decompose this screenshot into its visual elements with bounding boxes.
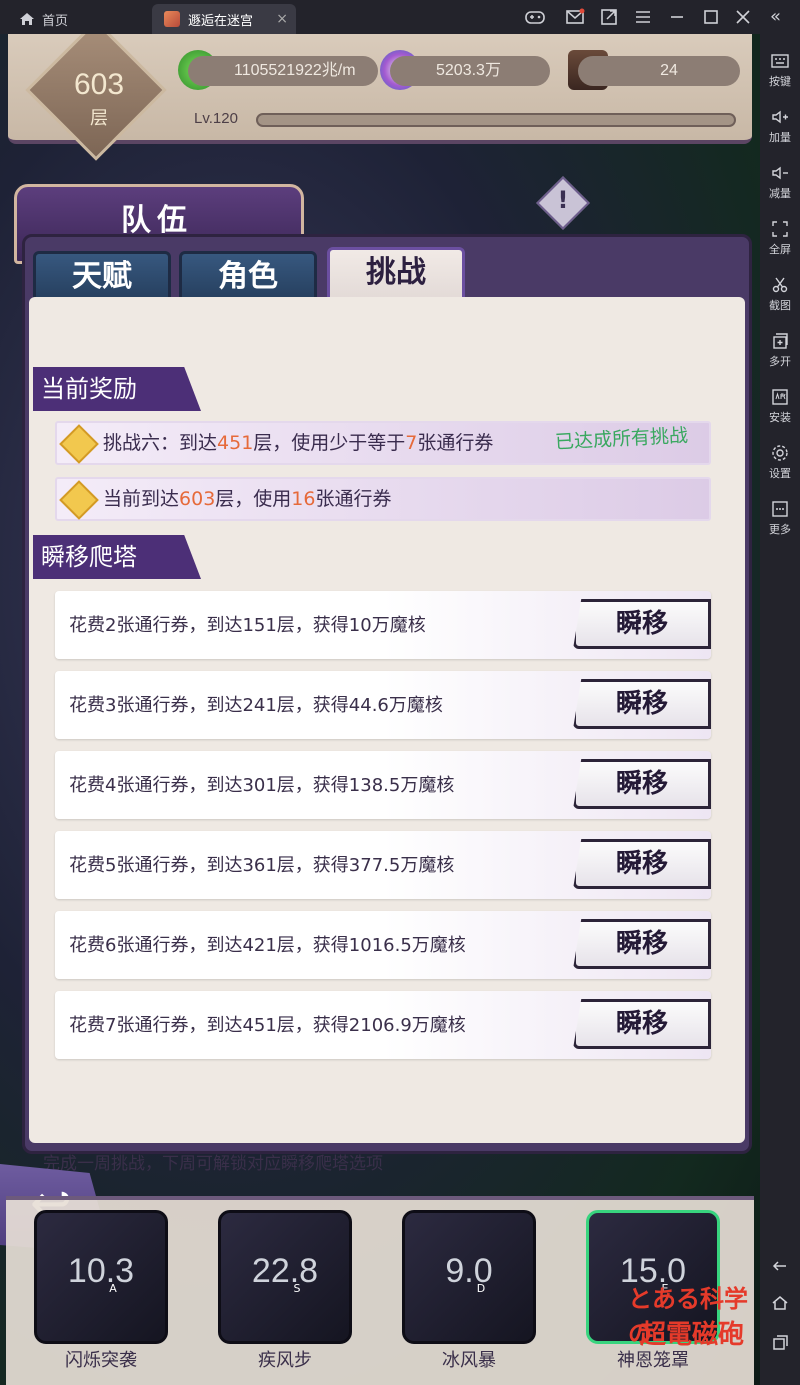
- sidebar-item-fullscreen[interactable]: 全屏: [760, 220, 800, 257]
- current-floor-value: 603: [179, 488, 216, 510]
- share-icon[interactable]: [598, 6, 620, 28]
- top-hud: 603 层 1105521922兆/m 5203.3万 24 Lv.120: [8, 34, 752, 161]
- level-progress-bar: [256, 113, 736, 127]
- sidebar-item-volume-up[interactable]: 加量: [760, 108, 800, 145]
- current-reward-heading: 当前奖励: [33, 367, 201, 411]
- recent-apps-icon: [773, 1335, 788, 1350]
- watermark-line2: 超電磁砲: [640, 1320, 745, 1350]
- teleport-row-text: 花费2张通行券，到达151层，获得10万魔核: [69, 615, 426, 636]
- volume-up-icon: [772, 110, 788, 124]
- reward-ticket-count: 7: [405, 432, 418, 454]
- multi-instance-icon: [773, 333, 788, 349]
- tab-home[interactable]: 首页: [8, 4, 148, 34]
- reward-diamond-icon: [59, 424, 99, 464]
- sidebar-item-install-apk[interactable]: 安装: [760, 388, 800, 425]
- mail-icon[interactable]: [564, 6, 586, 28]
- current-floor-number: 603: [73, 68, 125, 101]
- fullscreen-icon: [772, 221, 788, 237]
- magic-core-amount: 5203.3万: [390, 56, 550, 86]
- emulator-tab-bar: 首页 遯逅在迷宫 × «: [0, 0, 800, 34]
- team-panel: 天赋 角色 挑战 当前奖励 挑战六：到达451层，使用少于等于7张通行券 已达成…: [22, 234, 752, 1174]
- player-level: Lv.120: [194, 110, 238, 127]
- teleport-button[interactable]: 瞬移: [573, 999, 711, 1049]
- teleport-row: 花费4张通行券，到达301层，获得138.5万魔核 瞬移: [55, 751, 711, 819]
- teleport-button[interactable]: 瞬移: [573, 759, 711, 809]
- challenge-content: 当前奖励 挑战六：到达451层，使用少于等于7张通行券 已达成所有挑战 当前到达…: [29, 297, 745, 1174]
- teleport-row: 花费6张通行券，到达421层，获得1016.5万魔核 瞬移: [55, 911, 711, 979]
- teleport-row: 花费7张通行券，到达451层，获得2106.9万魔核 瞬移: [55, 991, 711, 1059]
- keyboard-icon: [771, 54, 789, 68]
- teleport-footnote: 完成一周挑战，下周可解锁对应瞬移爬塔选项: [43, 1154, 383, 1174]
- reward-row-challenge: 挑战六：到达451层，使用少于等于7张通行券 已达成所有挑战: [55, 421, 711, 465]
- teleport-button[interactable]: 瞬移: [573, 839, 711, 889]
- teleport-button[interactable]: 瞬移: [573, 679, 711, 729]
- skill-hotkey: D: [476, 1282, 486, 1295]
- scissors-icon: [772, 277, 788, 293]
- home-icon: [20, 13, 34, 25]
- tab-home-label: 首页: [42, 13, 69, 29]
- skill-name: 冰风暴: [442, 1350, 496, 1371]
- teleport-heading: 瞬移爬塔: [33, 535, 201, 579]
- sidebar-item-screenshot[interactable]: 截图: [760, 276, 800, 313]
- window-close-icon[interactable]: [732, 6, 754, 28]
- tab-close-icon[interactable]: ×: [276, 11, 288, 27]
- tab-game-label: 遯逅在迷宫: [188, 13, 254, 29]
- minimize-icon[interactable]: [666, 6, 688, 28]
- teleport-row-text: 花费3张通行券，到达241层，获得44.6万魔核: [69, 695, 443, 716]
- reward-row-current: 当前到达603层，使用16张通行券: [55, 477, 711, 521]
- skill-name: 闪烁突袭: [65, 1350, 137, 1371]
- skill-hotkey: S: [293, 1282, 301, 1295]
- nav-back-button[interactable]: [760, 1254, 800, 1275]
- current-floor-unit: 层: [90, 108, 108, 129]
- maximize-icon[interactable]: [700, 6, 722, 28]
- reward-floor-value: 451: [217, 432, 254, 454]
- emulator-sidebar: 按键 加量 减量 全屏 截图 多开 安装 设置 更多: [760, 34, 800, 1385]
- game-app-icon: [164, 11, 180, 27]
- exp-rate: 1105521922兆/m: [188, 56, 378, 86]
- teleport-row-text: 花费6张通行券，到达421层，获得1016.5万魔核: [69, 935, 466, 956]
- reward-diamond-icon: [59, 480, 99, 520]
- tab-character[interactable]: 角色: [179, 251, 317, 303]
- collapse-sidebar-icon[interactable]: «: [770, 6, 781, 27]
- teleport-row: 花费5张通行券，到达361层，获得377.5万魔核 瞬移: [55, 831, 711, 899]
- home-icon: [772, 1296, 788, 1310]
- nav-recent-button[interactable]: [760, 1334, 800, 1355]
- pass-ticket-count: 24: [578, 56, 740, 86]
- menu-icon[interactable]: [632, 6, 654, 28]
- tab-game[interactable]: 遯逅在迷宫 ×: [152, 4, 296, 34]
- teleport-button[interactable]: 瞬移: [573, 919, 711, 969]
- apk-install-icon: [772, 389, 788, 405]
- teleport-row-text: 花费7张通行券，到达451层，获得2106.9万魔核: [69, 1015, 466, 1036]
- nav-home-button[interactable]: [760, 1294, 800, 1315]
- gamepad-icon[interactable]: [524, 6, 546, 28]
- info-exclamation-icon: !: [557, 186, 569, 214]
- sidebar-item-more[interactable]: 更多: [760, 500, 800, 537]
- teleport-row-text: 花费4张通行券，到达301层，获得138.5万魔核: [69, 775, 455, 796]
- sidebar-item-settings[interactable]: 设置: [760, 444, 800, 481]
- more-icon: [772, 501, 788, 517]
- gear-icon: [772, 445, 788, 461]
- skill-hotkey: A: [109, 1282, 117, 1295]
- tab-talent[interactable]: 天赋: [33, 251, 171, 303]
- sidebar-item-volume-down[interactable]: 减量: [760, 164, 800, 201]
- sidebar-item-keymap[interactable]: 按键: [760, 52, 800, 89]
- teleport-row-text: 花费5张通行券，到达361层，获得377.5万魔核: [69, 855, 455, 876]
- skill-name: 疾风步: [258, 1350, 312, 1371]
- current-ticket-count: 16: [291, 488, 316, 510]
- back-icon: [772, 1261, 786, 1271]
- teleport-button[interactable]: 瞬移: [573, 599, 711, 649]
- sidebar-item-multi-instance[interactable]: 多开: [760, 332, 800, 369]
- teleport-row: 花费2张通行券，到达151层，获得10万魔核 瞬移: [55, 591, 711, 659]
- team-title: 队伍: [121, 203, 193, 238]
- all-challenges-complete-label: 已达成所有挑战: [554, 424, 689, 454]
- teleport-row: 花费3张通行券，到达241层，获得44.6万魔核 瞬移: [55, 671, 711, 739]
- game-viewport: 603 层 1105521922兆/m 5203.3万 24 Lv.120 队伍…: [0, 34, 760, 1385]
- volume-down-icon: [772, 166, 788, 180]
